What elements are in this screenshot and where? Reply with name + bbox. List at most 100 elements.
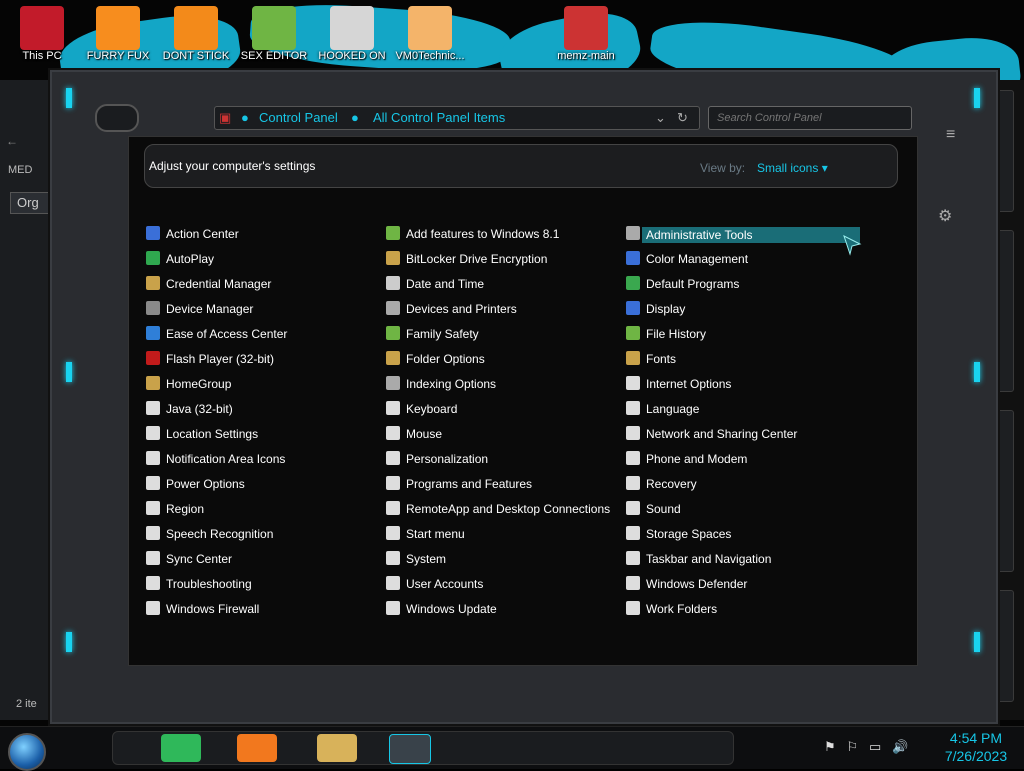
control-panel-item[interactable]: Add features to Windows 8.1 xyxy=(368,224,608,249)
control-panel-item[interactable]: Taskbar and Navigation xyxy=(608,549,848,574)
control-panel-item-label: Notification Area Icons xyxy=(166,452,286,466)
control-panel-item[interactable]: Notification Area Icons xyxy=(128,449,368,474)
monitor-tray-icon[interactable]: ▭ xyxy=(869,739,881,754)
control-panel-item-label: Fonts xyxy=(646,352,677,366)
control-panel-item[interactable]: Location Settings xyxy=(128,424,368,449)
control-panel-item[interactable]: File History xyxy=(608,324,848,349)
view-by-dropdown[interactable]: Small icons ▾ xyxy=(757,161,828,175)
defender-icon xyxy=(626,576,640,590)
control-panel-item[interactable]: System xyxy=(368,549,608,574)
control-panel-item[interactable]: Indexing Options xyxy=(368,374,608,399)
control-panel-item-label: Windows Update xyxy=(406,602,497,616)
control-panel-item[interactable]: Folder Options xyxy=(368,349,608,374)
location-icon xyxy=(146,426,160,440)
control-panel-item[interactable]: Sound xyxy=(608,499,848,524)
control-panel-item[interactable]: BitLocker Drive Encryption xyxy=(368,249,608,274)
refresh-icon[interactable]: ↻ xyxy=(677,110,688,126)
sync-icon xyxy=(146,551,160,565)
organize-button[interactable]: Org xyxy=(10,192,54,214)
control-panel-item[interactable]: User Accounts xyxy=(368,574,608,599)
control-panel-item[interactable]: Color Management xyxy=(608,249,848,274)
control-panel-item[interactable]: Windows Update xyxy=(368,599,608,624)
control-panel-item[interactable]: Fonts xyxy=(608,349,848,374)
taskbar-track xyxy=(112,731,734,765)
network-tray-icon[interactable]: ⚑ xyxy=(824,739,836,754)
control-panel-item[interactable]: Work Folders xyxy=(608,599,848,624)
control-panel-item[interactable]: AutoPlay xyxy=(128,249,368,274)
taskbar-control-panel-icon[interactable] xyxy=(389,734,431,764)
control-panel-item[interactable]: Family Safety xyxy=(368,324,608,349)
control-panel-item-label: Default Programs xyxy=(646,277,740,291)
control-panel-item[interactable]: Region xyxy=(128,499,368,524)
taskbar-file-explorer-icon[interactable] xyxy=(317,734,357,762)
desktop-icon[interactable]: VM0Technic... xyxy=(392,6,468,62)
items-column-3: Administrative Tools Color Management Defa… xyxy=(608,224,860,624)
status-items-count: 2 ite xyxy=(16,698,37,710)
ease-access-icon xyxy=(146,326,160,340)
desktop-icon[interactable]: DONT STICK xyxy=(158,6,234,62)
control-panel-item[interactable]: Storage Spaces xyxy=(608,524,848,549)
desktop-icon[interactable]: This PC xyxy=(4,6,80,62)
control-panel-item[interactable]: Date and Time xyxy=(368,274,608,299)
control-panel-item[interactable]: Network and Sharing Center xyxy=(608,424,848,449)
system-tray: ⚑ ⚐ ▭ 🔊 xyxy=(824,739,908,755)
desktop-icon[interactable]: memz-main xyxy=(548,6,624,62)
admin-tools-icon xyxy=(626,226,640,240)
gear-icon[interactable]: ⚙ xyxy=(938,206,952,226)
flag-tray-icon[interactable]: ⚐ xyxy=(847,739,859,754)
control-panel-item[interactable]: Programs and Features xyxy=(368,474,608,499)
control-panel-item[interactable]: Device Manager xyxy=(128,299,368,324)
control-panel-item[interactable]: Display xyxy=(608,299,848,324)
flash-icon xyxy=(146,351,160,365)
control-panel-item[interactable]: Start menu xyxy=(368,524,608,549)
control-panel-item[interactable]: Ease of Access Center xyxy=(128,324,368,349)
desktop-shortcut-icon xyxy=(330,6,374,50)
control-panel-item[interactable]: Flash Player (32-bit) xyxy=(128,349,368,374)
control-panel-item[interactable]: Windows Defender xyxy=(608,574,848,599)
control-panel-item[interactable]: Recovery xyxy=(608,474,848,499)
control-panel-item[interactable]: Sync Center xyxy=(128,549,368,574)
control-panel-item[interactable]: Administrative Tools xyxy=(608,224,860,249)
chevron-down-icon[interactable]: ⌄ xyxy=(655,110,666,126)
control-panel-item[interactable]: Java (32-bit) xyxy=(128,399,368,424)
control-panel-item[interactable]: Phone and Modem xyxy=(608,449,848,474)
start-button[interactable] xyxy=(8,733,46,771)
control-panel-item[interactable]: Keyboard xyxy=(368,399,608,424)
control-panel-item-label: Color Management xyxy=(646,252,749,266)
clock[interactable]: 4:54 PM 7/26/2023 xyxy=(936,729,1016,765)
desktop-icon[interactable]: FURRY FUX xyxy=(80,6,156,62)
breadcrumb-all-items[interactable]: All Control Panel Items xyxy=(373,110,505,125)
control-panel-item[interactable]: Troubleshooting xyxy=(128,574,368,599)
control-panel-item-label: Speech Recognition xyxy=(166,527,274,541)
control-panel-item[interactable]: Language xyxy=(608,399,848,424)
control-panel-item[interactable]: Credential Manager xyxy=(128,274,368,299)
control-panel-item[interactable]: Devices and Printers xyxy=(368,299,608,324)
control-panel-item[interactable]: HomeGroup xyxy=(128,374,368,399)
desktop-icon-label: SEX EDITOR xyxy=(240,50,308,62)
taskbar-notes-icon[interactable] xyxy=(161,734,201,762)
control-panel-item-label: Keyboard xyxy=(406,402,458,416)
java-icon xyxy=(146,401,160,415)
control-panel-item[interactable]: Personalization xyxy=(368,449,608,474)
control-panel-item-label: Sound xyxy=(646,502,681,516)
control-panel-item[interactable]: Mouse xyxy=(368,424,608,449)
desktop-icon[interactable]: SEX EDITOR xyxy=(236,6,312,62)
menu-icon[interactable]: ≡ xyxy=(946,126,955,144)
control-panel-item[interactable]: Speech Recognition xyxy=(128,524,368,549)
control-panel-item[interactable]: Windows Firewall xyxy=(128,599,368,624)
desktop-icon-label: This PC xyxy=(22,50,62,62)
volume-icon[interactable]: 🔊 xyxy=(892,739,908,754)
search-input[interactable] xyxy=(715,109,905,127)
control-panel-item[interactable]: RemoteApp and Desktop Connections xyxy=(368,499,610,524)
back-forward-buttons[interactable] xyxy=(95,104,139,132)
address-bar[interactable]: ▣ ● Control Panel ● All Control Panel It… xyxy=(214,106,700,130)
search-box[interactable] xyxy=(708,106,912,130)
control-panel-item[interactable]: Power Options xyxy=(128,474,368,499)
control-panel-item-label: Power Options xyxy=(166,477,245,491)
taskbar-firefox-icon[interactable] xyxy=(237,734,277,762)
control-panel-item[interactable]: Action Center xyxy=(128,224,368,249)
control-panel-item[interactable]: Internet Options xyxy=(608,374,848,399)
control-panel-item[interactable]: Default Programs xyxy=(608,274,848,299)
desktop-icon[interactable]: HOOKED ON xyxy=(314,6,390,62)
breadcrumb-control-panel[interactable]: Control Panel xyxy=(259,110,338,125)
